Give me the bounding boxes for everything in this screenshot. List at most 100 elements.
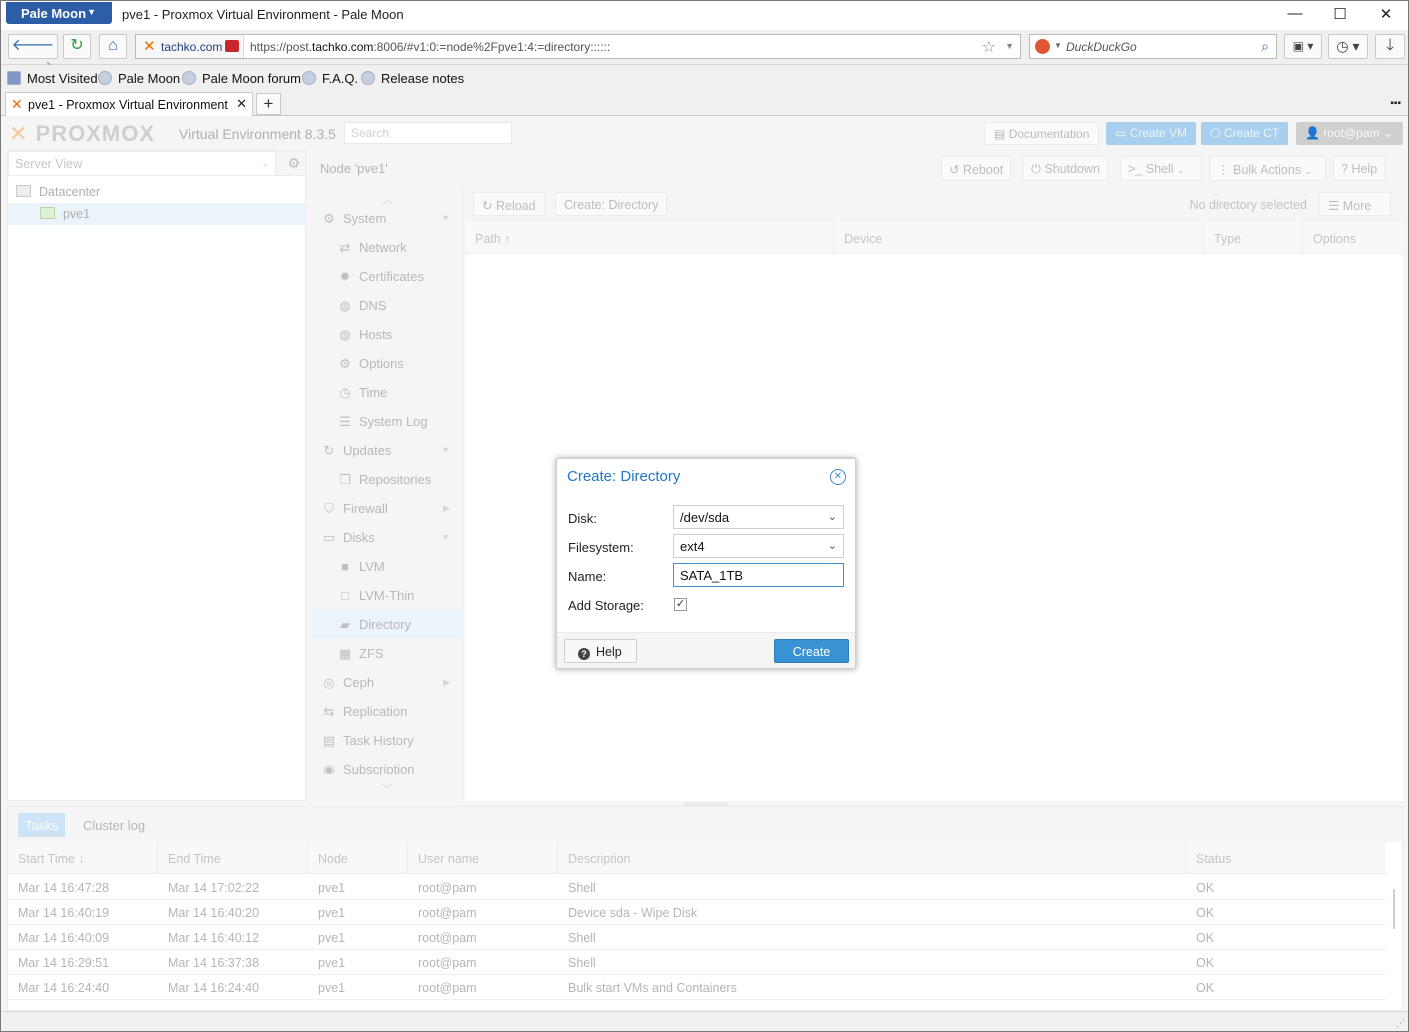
scroll-down-icon[interactable]: ﹀: [382, 781, 393, 797]
table-cell: pve1: [318, 981, 346, 995]
app-menu-button[interactable]: Pale Moon ▼: [6, 2, 112, 24]
reload-page-button[interactable]: ↻: [63, 34, 91, 59]
menu-item-lvm[interactable]: ■ LVM: [312, 552, 464, 581]
history-button[interactable]: ◷ ▾: [1328, 34, 1368, 59]
menu-item-replication[interactable]: ⇆ Replication: [312, 697, 464, 726]
expand-arrow-icon[interactable]: ▼: [441, 445, 450, 455]
menu-item-system[interactable]: ⚙ System ▼: [312, 204, 464, 233]
menu-item-firewall[interactable]: ⛉ Firewall ▶: [312, 494, 464, 523]
menu-item-ceph[interactable]: ◎ Ceph ▶: [312, 668, 464, 697]
documentation-button[interactable]: ▤ Documentation: [984, 122, 1100, 145]
tab-list-icon[interactable]: ▪▪▪: [1390, 98, 1401, 109]
pmx-search-input[interactable]: Search: [344, 122, 512, 144]
tree-node-pve1[interactable]: pve1: [8, 203, 305, 225]
menu-item-zfs[interactable]: ▦ ZFS: [312, 639, 464, 668]
column-user-name[interactable]: User name: [408, 842, 558, 874]
new-tab-button[interactable]: +: [256, 93, 281, 115]
close-tab-icon[interactable]: ✕: [236, 96, 247, 112]
create-ct-button[interactable]: ⬡ Create CT: [1201, 122, 1289, 145]
tab-cluster-log[interactable]: Cluster log: [76, 813, 152, 837]
expand-arrow-icon[interactable]: ▶: [443, 677, 450, 688]
menu-item-disks[interactable]: ▭ Disks ▼: [312, 523, 464, 552]
bookmark-release-notes[interactable]: Release notes: [361, 71, 464, 86]
minimize-button[interactable]: —: [1281, 5, 1309, 25]
menu-item-updates[interactable]: ↻ Updates ▼: [312, 436, 464, 465]
bookmark-most-visited[interactable]: Most Visited: [7, 71, 98, 86]
menu-item-directory[interactable]: ▰ Directory: [312, 610, 464, 639]
bookmark-faq[interactable]: F.A.Q.: [302, 71, 358, 86]
identity-box[interactable]: ✕ tachko.com: [136, 35, 244, 58]
back-forward-buttons[interactable]: 🡐 🡒: [8, 34, 58, 76]
back-arrow-icon[interactable]: 🡐: [12, 37, 55, 54]
downloads-button[interactable]: 🡓: [1375, 34, 1405, 59]
user-menu-button[interactable]: 👤 root@pam ⌄: [1296, 122, 1403, 145]
dialog-help-button[interactable]: ? Help: [564, 639, 637, 663]
more-button[interactable]: ☰ More ⌄: [1319, 192, 1391, 226]
menu-item-task-history[interactable]: ▤ Task History: [312, 726, 464, 755]
menu-item-dns[interactable]: ◍ DNS: [312, 291, 464, 320]
close-window-button[interactable]: ✕: [1372, 5, 1400, 25]
url-text[interactable]: https://post.tachko.com:8006/#v1:0:=node…: [250, 40, 610, 54]
shutdown-button[interactable]: ⏻ Shutdown: [1023, 156, 1108, 181]
expand-arrow-icon[interactable]: ▼: [441, 213, 450, 223]
create-vm-button[interactable]: ▭ Create VM: [1106, 122, 1197, 145]
column-device[interactable]: Device: [834, 221, 1204, 254]
add-storage-checkbox[interactable]: ✓: [674, 598, 687, 611]
create-directory-button[interactable]: Create: Directory: [555, 192, 668, 216]
shell-button[interactable]: >_ Shell ⌄: [1120, 156, 1202, 181]
bookmark-pale-moon[interactable]: Pale Moon: [98, 71, 180, 86]
search-icon[interactable]: ⌕: [1261, 38, 1269, 55]
column-type[interactable]: Type: [1204, 221, 1303, 254]
url-dropdown-icon[interactable]: ▼: [1005, 41, 1014, 51]
node-help-button[interactable]: ? Help: [1333, 156, 1386, 181]
gear-icon[interactable]: ⚙: [287, 155, 300, 172]
column-path[interactable]: Path ↑: [465, 221, 834, 254]
table-row[interactable]: Mar 14 16:29:51 Mar 14 16:37:38 pve1 root@p…: [8, 950, 1386, 975]
column-options[interactable]: Options: [1303, 221, 1403, 254]
search-engine-dropdown-icon[interactable]: ▼: [1054, 41, 1062, 50]
expand-arrow-icon[interactable]: ▼: [441, 532, 450, 542]
browser-tab[interactable]: ✕ pve1 - Proxmox Virtual Environment ✕: [5, 92, 253, 116]
menu-item-time[interactable]: ◷ Time: [312, 378, 464, 407]
table-row[interactable]: Mar 14 16:47:28 Mar 14 17:02:22 pve1 root@p…: [8, 875, 1386, 900]
menu-item-system-log[interactable]: ☰ System Log: [312, 407, 464, 436]
close-dialog-icon[interactable]: ✕: [830, 469, 846, 485]
bookmark-pale-moon-forum[interactable]: Pale Moon forum: [182, 71, 301, 86]
column-start-time[interactable]: Start Time ↓: [8, 842, 158, 874]
menu-item-label: Directory: [359, 617, 412, 632]
search-box[interactable]: ▼ DuckDuckGo ⌕: [1029, 34, 1277, 59]
menu-item-subscription[interactable]: ◉ Subscription: [312, 755, 464, 774]
menu-item-hosts[interactable]: ◍ Hosts: [312, 320, 464, 349]
create-button[interactable]: Create: [774, 639, 849, 663]
filesystem-select[interactable]: ext4 ⌄: [673, 534, 844, 558]
bookmark-star-icon[interactable]: ☆: [982, 37, 996, 57]
maximize-button[interactable]: ☐: [1326, 5, 1354, 25]
tab-tasks[interactable]: Tasks: [18, 813, 66, 837]
column-end-time[interactable]: End Time: [158, 842, 308, 874]
menu-item-network[interactable]: ⇄ Network: [312, 233, 464, 262]
home-button[interactable]: ⌂: [99, 34, 127, 59]
column-description[interactable]: Description: [558, 842, 1186, 874]
expand-arrow-icon[interactable]: ▶: [443, 503, 450, 514]
menu-item-lvm-thin[interactable]: □ LVM-Thin: [312, 581, 464, 610]
name-input[interactable]: SATA_1TB: [673, 563, 844, 587]
bookmarks-menu-button[interactable]: ▣ ▾: [1284, 34, 1322, 59]
tasks-scrollbar[interactable]: [1393, 889, 1395, 929]
reload-button[interactable]: ↻ Reload: [473, 192, 545, 216]
url-bar[interactable]: ✕ tachko.com https://post.tachko.com:800…: [135, 34, 1021, 59]
column-status[interactable]: Status: [1186, 842, 1386, 874]
server-view-select[interactable]: Server View ⌄: [8, 151, 276, 176]
menu-item-options[interactable]: ⚙ Options: [312, 349, 464, 378]
menu-item-certificates[interactable]: ✹ Certificates: [312, 262, 464, 291]
files-icon: ❐: [339, 472, 351, 487]
tree-node-datacenter[interactable]: Datacenter: [8, 181, 305, 203]
disk-select[interactable]: /dev/sda ⌄: [673, 505, 844, 529]
table-row[interactable]: Mar 14 16:24:40 Mar 14 16:24:40 pve1 root@p…: [8, 975, 1386, 1000]
menu-item-repositories[interactable]: ❐ Repositories: [312, 465, 464, 494]
table-row[interactable]: Mar 14 16:40:09 Mar 14 16:40:12 pve1 root@p…: [8, 925, 1386, 950]
column-node[interactable]: Node: [308, 842, 408, 874]
bulk-actions-button[interactable]: ⋮ Bulk Actions ⌄: [1209, 156, 1326, 181]
resize-grip-icon[interactable]: ⋰: [1396, 1018, 1405, 1029]
table-row[interactable]: Mar 14 16:40:19 Mar 14 16:40:20 pve1 root@p…: [8, 900, 1386, 925]
reboot-button[interactable]: ↺ Reboot: [941, 156, 1012, 181]
